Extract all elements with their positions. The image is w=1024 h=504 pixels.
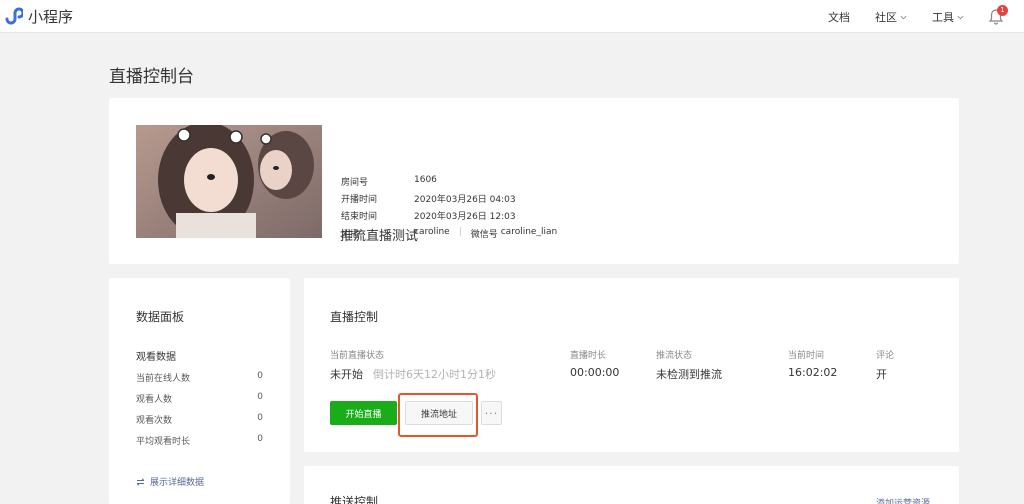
nav-docs-link[interactable]: 文档 — [828, 9, 850, 25]
push-control-card: 推送控制 添加运营资源 — [304, 466, 959, 504]
nav-tools-label: 工具 — [932, 11, 954, 24]
mini-program-logo-icon — [5, 7, 23, 25]
info-value: 2020年03月26日 04:03 — [414, 195, 516, 205]
wechat-label: 微信号 — [470, 230, 498, 240]
stat-label: 观看次数 — [136, 416, 173, 426]
host-name: caroline — [414, 227, 450, 237]
comment-label: 评论 — [876, 351, 895, 361]
duration-label: 直播时长 — [570, 351, 607, 361]
nav-community-menu[interactable]: 社区 — [875, 9, 907, 25]
stat-row: 当前在线人数 0 — [136, 371, 263, 384]
cover-photo — [136, 125, 322, 238]
info-value: 2020年03月26日 12:03 — [414, 212, 516, 222]
app-name: 小程序 — [28, 7, 74, 26]
stat-label: 当前在线人数 — [136, 374, 191, 384]
stat-value: 0 — [257, 371, 263, 381]
countdown-text: 倒计时6天12小时1分1秒 — [373, 368, 496, 381]
info-row-end-time: 结束时间 2020年03月26日 12:03 — [341, 209, 516, 222]
chevron-down-icon — [900, 15, 907, 19]
nav-tools-menu[interactable]: 工具 — [932, 9, 964, 25]
viewing-data-subtitle: 观看数据 — [136, 352, 176, 363]
stat-value: 0 — [257, 392, 263, 402]
info-row-room-id: 房间号 1606 — [341, 175, 437, 188]
show-detail-data-link[interactable]: 展示详细数据 — [136, 475, 204, 488]
info-label: 主播 — [341, 230, 360, 240]
page-title: 直播控制台 — [109, 67, 194, 87]
stat-label: 观看人数 — [136, 395, 173, 405]
data-panel-card: 数据面板 观看数据 当前在线人数 0 观看人数 0 观看次数 0 平均观看时长 … — [109, 278, 290, 504]
stat-row: 观看人数 0 — [136, 392, 263, 405]
info-row-start-time: 开播时间 2020年03月26日 04:03 — [341, 192, 516, 205]
push-url-button[interactable]: 推流地址 — [405, 401, 473, 425]
status-label: 当前直播状态 — [330, 351, 385, 361]
show-detail-data-label: 展示详细数据 — [150, 478, 205, 488]
live-control-card: 直播控制 当前直播状态 未开始 倒计时6天12小时1分1秒 直播时长 00:00:… — [304, 278, 959, 452]
status-text: 未开始 — [330, 368, 363, 381]
stat-value: 0 — [257, 413, 263, 423]
status-value: 未开始 倒计时6天12小时1分1秒 — [330, 366, 496, 382]
info-value: 1606 — [414, 175, 437, 185]
start-live-button[interactable]: 开始直播 — [330, 401, 397, 425]
wechat-id: caroline_lian — [500, 227, 558, 237]
add-operation-resource-link[interactable]: 添加运营资源 — [876, 496, 930, 504]
more-options-button[interactable]: ··· — [481, 401, 502, 425]
current-time-value: 16:02:02 — [788, 366, 838, 379]
duration-value: 00:00:00 — [570, 366, 620, 379]
current-time-label: 当前时间 — [788, 351, 825, 361]
comment-value: 开 — [876, 368, 887, 381]
stat-row: 观看次数 0 — [136, 413, 263, 426]
app-logo[interactable]: 小程序 — [3, 5, 73, 27]
info-label: 开播时间 — [341, 195, 378, 205]
info-label: 房间号 — [341, 178, 369, 188]
notifications-button[interactable]: 1 — [988, 5, 1008, 26]
stat-row: 平均观看时长 0 — [136, 434, 263, 447]
stream-status-label: 推流状态 — [656, 351, 693, 361]
stat-label: 平均观看时长 — [136, 437, 191, 447]
nav-docs-label: 文档 — [828, 11, 850, 24]
nav-community-label: 社区 — [875, 11, 897, 24]
top-nav: 小程序 文档 社区 工具 1 — [0, 0, 1024, 33]
push-control-title: 推送控制 — [330, 495, 379, 504]
info-row-host: 主播 caroline 微信号 caroline_lian — [341, 227, 557, 240]
info-label: 结束时间 — [341, 212, 378, 222]
live-control-title: 直播控制 — [330, 310, 379, 324]
stat-value: 0 — [257, 434, 263, 444]
notification-badge: 1 — [997, 5, 1008, 16]
stream-status-value: 未检测到推流 — [656, 368, 722, 381]
divider — [459, 227, 461, 236]
chevron-down-icon — [957, 15, 964, 19]
room-cover-image — [136, 125, 322, 238]
swap-arrows-icon — [136, 477, 145, 486]
data-panel-title: 数据面板 — [136, 310, 185, 324]
